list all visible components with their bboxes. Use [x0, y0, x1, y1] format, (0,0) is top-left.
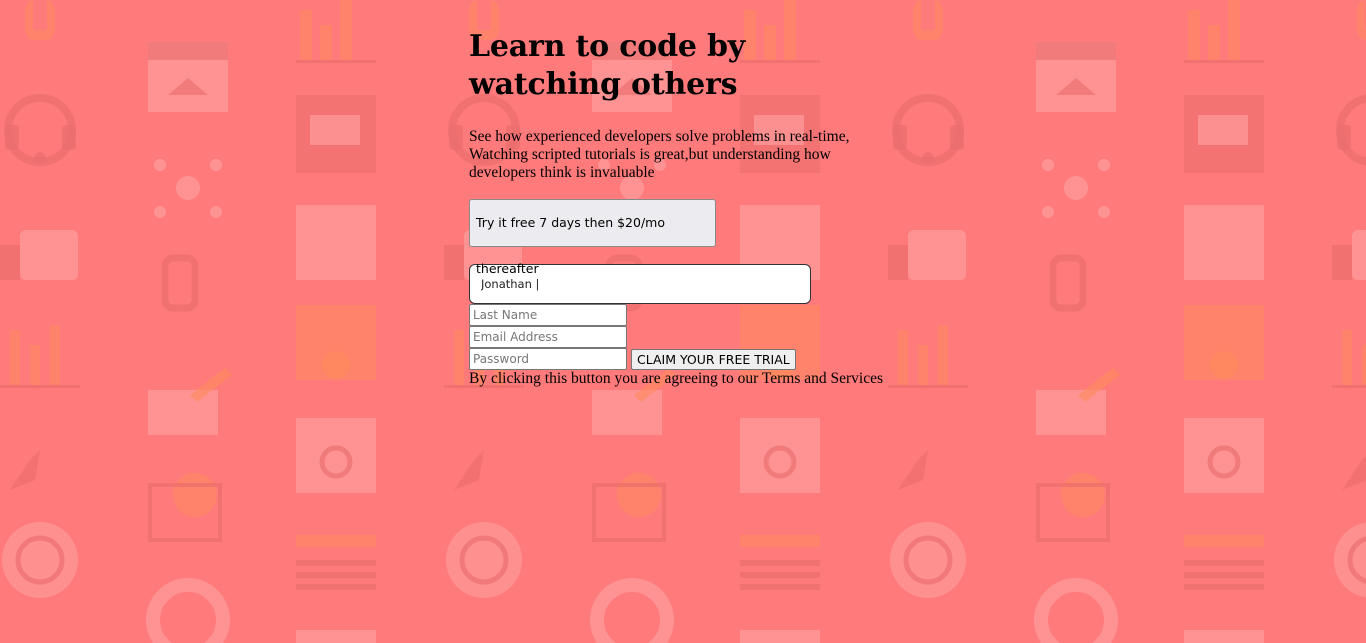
trial-offer-button[interactable]: Try it free 7 days then $20/mo thereafte… [469, 199, 716, 276]
claim-free-trial-button[interactable]: CLAIM YOUR FREE TRIAL [631, 348, 796, 370]
page-title: Learn to code by watching others [469, 29, 745, 102]
signup-panel: Learn to code by watching others See how… [469, 28, 989, 388]
email-input[interactable] [469, 326, 627, 348]
hero-description: See how experienced developers solve pro… [469, 128, 850, 181]
password-input[interactable] [469, 348, 627, 370]
password-row: CLAIM YOUR FREE TRIAL [469, 348, 989, 370]
last-name-input[interactable] [469, 304, 627, 326]
signup-form: CLAIM YOUR FREE TRIAL By clicking this b… [469, 264, 989, 388]
terms-notice: By clicking this button you are agreeing… [469, 370, 884, 387]
